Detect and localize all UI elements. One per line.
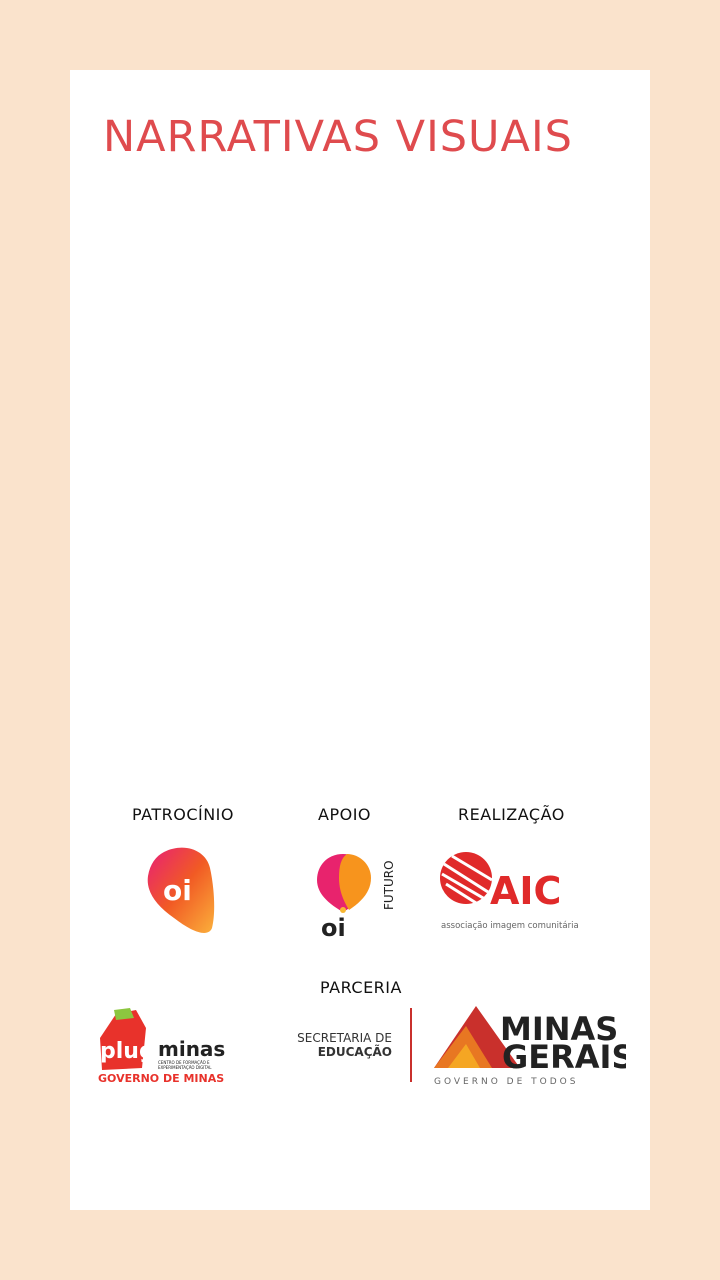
secretaria-line-2: EDUCAÇÃO [318, 1044, 392, 1059]
plug-gov-text: GOVERNO DE MINAS [98, 1072, 224, 1085]
aic-logo-text: AIC [490, 869, 561, 913]
aic-logo: AIC associação imagem comunitária [438, 850, 578, 936]
governo-de-todos-text: GOVERNO DE TODOS [434, 1077, 578, 1087]
gerais-text-big: GERAIS [502, 1038, 626, 1076]
content-card: NARRATIVAS VISUAIS PATROCÍNIO APOIO REAL… [70, 70, 650, 1210]
plug-text: plug [100, 1039, 155, 1064]
minas-text: minas [158, 1037, 225, 1061]
aic-logo-sub: associação imagem comunitária [441, 921, 578, 931]
oi-logo-text: oi [163, 874, 192, 907]
secretaria-line-1: SECRETARIA DE [297, 1031, 392, 1045]
page-title: NARRATIVAS VISUAIS [103, 112, 573, 162]
oi-futuro-side-text: FUTURO [382, 860, 396, 910]
label-patrocinio: PATROCÍNIO [132, 805, 234, 824]
plug-minas-logo: plug minas CENTRO DE FORMAÇÃO E EXPERIME… [96, 1008, 228, 1088]
oi-logo: oi [144, 846, 216, 936]
label-realizacao: REALIZAÇÃO [458, 805, 565, 824]
label-apoio: APOIO [318, 805, 371, 824]
oi-futuro-logo: oi FUTURO [313, 850, 403, 940]
minas-gerais-logo: SECRETARIA DE EDUCAÇÃO MINAS GERAIS GOVE… [296, 1004, 626, 1088]
label-parceria: PARCERIA [320, 978, 402, 997]
oi-futuro-logo-text: oi [321, 914, 346, 940]
plug-tagline-2: EXPERIMENTAÇÃO DIGITAL [158, 1065, 212, 1070]
